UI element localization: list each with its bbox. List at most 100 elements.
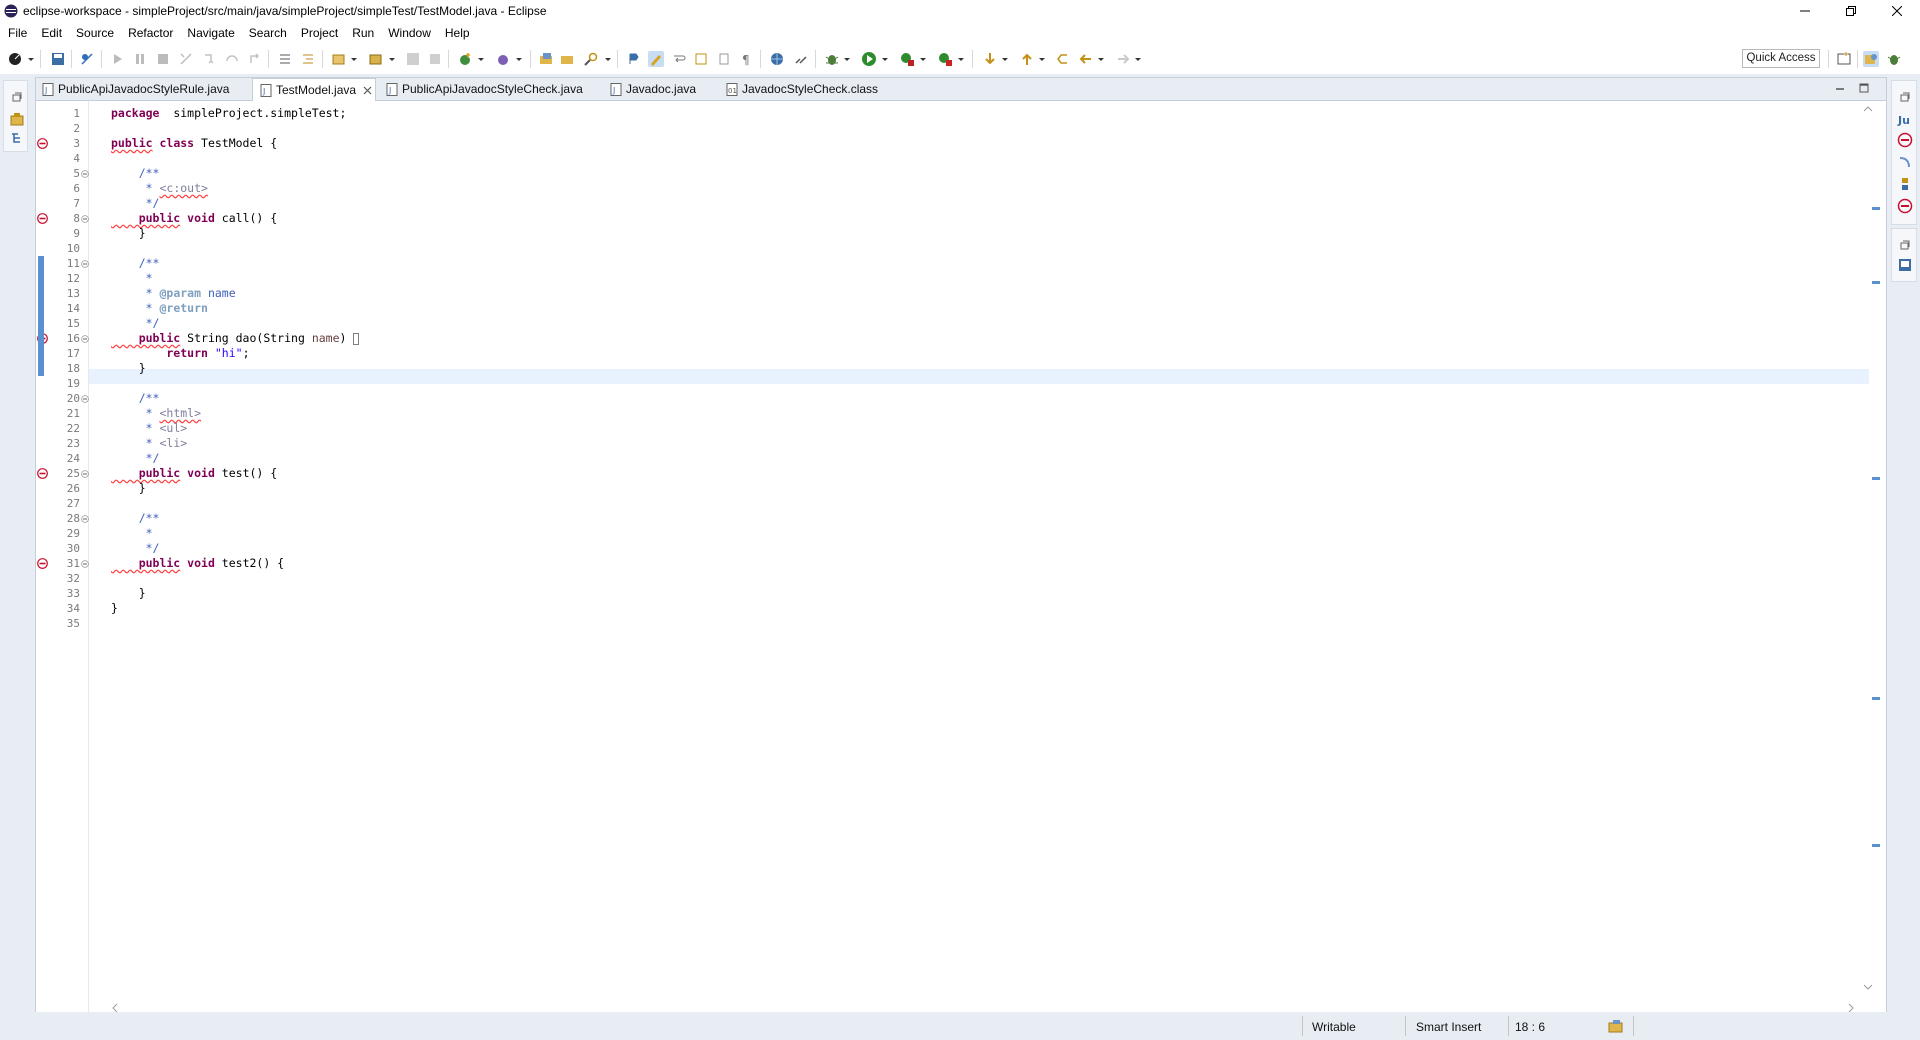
code-line[interactable]: public void call() {: [111, 211, 278, 226]
disconnect-icon[interactable]: [178, 51, 194, 67]
open-perspective-icon[interactable]: [1836, 51, 1852, 67]
save-all-icon[interactable]: [427, 51, 443, 67]
tab-public-api-javadoc-style-check[interactable]: J PublicApiJavadocStyleCheck.java: [386, 78, 583, 100]
tab-javadoc-style-check-class[interactable]: 01 JavadocStyleCheck.class: [726, 78, 878, 100]
scroll-up-icon[interactable]: [1863, 105, 1873, 113]
code-line[interactable]: * <c:out>: [111, 181, 208, 196]
tab-public-api-javadoc-style-rule[interactable]: J PublicApiJavadocStyleRule.java: [42, 78, 229, 100]
drop-to-frame-icon[interactable]: [277, 51, 293, 67]
save-disabled-icon[interactable]: [405, 51, 421, 67]
open-task-icon[interactable]: [559, 51, 575, 67]
code-line[interactable]: */: [111, 196, 160, 211]
outline-icon[interactable]: [1897, 257, 1913, 273]
new-java-project-icon[interactable]: [331, 51, 347, 67]
code-line[interactable]: */: [111, 316, 160, 331]
code-line[interactable]: }: [111, 481, 146, 496]
globe-icon[interactable]: [769, 51, 785, 67]
skip-breakpoints-icon[interactable]: [79, 51, 95, 67]
code-line[interactable]: /**: [111, 391, 160, 406]
dropdown-icon[interactable]: [604, 51, 612, 67]
new-interface-icon[interactable]: [495, 51, 511, 67]
restore-view-icon[interactable]: [9, 89, 25, 105]
external-tools-icon[interactable]: [937, 51, 953, 67]
terminate-icon[interactable]: [155, 51, 171, 67]
java-perspective-icon[interactable]: [1863, 51, 1879, 67]
open-type-icon[interactable]: [538, 51, 554, 67]
code-line[interactable]: */: [111, 451, 160, 466]
overview-marker[interactable]: [1872, 477, 1880, 480]
suspend-icon[interactable]: [132, 51, 148, 67]
search-icon[interactable]: [583, 51, 599, 67]
dropdown-icon[interactable]: [477, 51, 485, 67]
menu-source[interactable]: Source: [69, 26, 121, 40]
close-tab-icon[interactable]: [363, 86, 372, 95]
fold-toggle-icon[interactable]: [81, 395, 89, 403]
package-explorer-icon[interactable]: [9, 111, 25, 127]
menu-help[interactable]: Help: [438, 26, 477, 40]
fold-toggle-icon[interactable]: [81, 260, 89, 268]
code-line[interactable]: * @param name: [111, 286, 236, 301]
restore-view-icon[interactable]: [1897, 89, 1913, 105]
run-dropdown-icon[interactable]: [881, 51, 889, 67]
menu-edit[interactable]: Edit: [34, 26, 69, 40]
menu-file[interactable]: File: [0, 26, 34, 40]
next-annotation-dropdown-icon[interactable]: [1001, 51, 1009, 67]
dropdown-icon[interactable]: [515, 51, 523, 67]
mark-occurrences-icon[interactable]: [648, 51, 664, 67]
new-package-icon[interactable]: [368, 51, 384, 67]
fold-toggle-icon[interactable]: [81, 215, 89, 223]
maximize-editor-icon[interactable]: [1859, 83, 1869, 93]
annotation-ruler[interactable]: [36, 101, 50, 1015]
fold-toggle-icon[interactable]: [81, 560, 89, 568]
code-line[interactable]: */: [111, 541, 160, 556]
quick-diff-change-bar[interactable]: [38, 256, 44, 376]
fold-toggle-icon[interactable]: [81, 470, 89, 478]
pilcrow-icon[interactable]: ¶: [738, 51, 754, 67]
toggle-breadcrumb-icon[interactable]: [626, 51, 642, 67]
dropdown-icon[interactable]: [350, 51, 358, 67]
scroll-down-icon[interactable]: [1863, 983, 1873, 991]
overview-marker[interactable]: [1872, 207, 1880, 210]
external-tools-dropdown-icon[interactable]: [957, 51, 965, 67]
show-whitespace-icon[interactable]: [716, 51, 732, 67]
fold-toggle-icon[interactable]: [81, 335, 89, 343]
quick-access-input[interactable]: [1742, 49, 1820, 68]
save-icon[interactable]: [50, 51, 66, 67]
step-into-icon[interactable]: [201, 51, 217, 67]
code-line[interactable]: return "hi";: [111, 346, 249, 361]
new-dropdown-icon[interactable]: [27, 51, 35, 67]
previous-annotation-icon[interactable]: [1019, 51, 1035, 67]
progress-icon[interactable]: [1608, 1019, 1624, 1033]
coverage-dropdown-icon[interactable]: [919, 51, 927, 67]
code-line[interactable]: * <ul>: [111, 421, 188, 436]
link-icon[interactable]: [793, 51, 809, 67]
menu-refactor[interactable]: Refactor: [121, 26, 180, 40]
last-edit-location-icon[interactable]: [1055, 51, 1071, 67]
overview-marker[interactable]: [1872, 281, 1880, 284]
code-line[interactable]: /**: [111, 166, 160, 181]
step-over-icon[interactable]: [224, 51, 240, 67]
overview-marker[interactable]: [1872, 697, 1880, 700]
word-wrap-icon[interactable]: [671, 51, 687, 67]
minimize-button[interactable]: [1782, 0, 1828, 22]
declaration-view-icon[interactable]: [1897, 176, 1913, 192]
code-line[interactable]: /**: [111, 256, 160, 271]
overview-marker[interactable]: [1872, 844, 1880, 847]
close-button[interactable]: [1874, 0, 1920, 22]
code-line[interactable]: * <li>: [111, 436, 188, 451]
minimize-editor-icon[interactable]: [1835, 84, 1845, 94]
menu-window[interactable]: Window: [381, 26, 438, 40]
menu-run[interactable]: Run: [345, 26, 381, 40]
dropdown-icon[interactable]: [388, 51, 396, 67]
code-line[interactable]: *: [111, 271, 153, 286]
menu-project[interactable]: Project: [294, 26, 345, 40]
new-icon[interactable]: [8, 51, 24, 67]
code-line[interactable]: }: [111, 361, 146, 376]
restore-view-icon[interactable]: [1897, 237, 1913, 253]
forward-icon[interactable]: [1115, 51, 1131, 67]
fold-toggle-icon[interactable]: [81, 170, 89, 178]
resume-icon[interactable]: [110, 51, 126, 67]
debug-icon[interactable]: [824, 51, 840, 67]
tab-test-model[interactable]: J TestModel.java: [252, 78, 376, 101]
error-marker-icon[interactable]: [37, 213, 48, 224]
